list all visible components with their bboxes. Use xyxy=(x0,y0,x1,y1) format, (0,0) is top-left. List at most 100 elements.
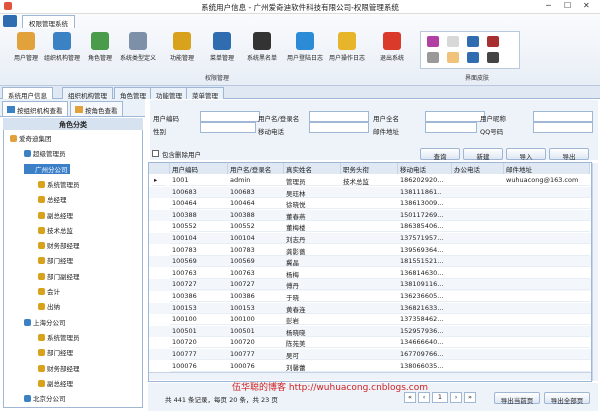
table-cell xyxy=(452,221,504,233)
grid-column-header[interactable]: 用户名/登录名 xyxy=(228,163,284,174)
last-page-icon[interactable]: » xyxy=(464,392,476,403)
tree-node[interactable]: 部门副经理 xyxy=(38,271,80,281)
form-input[interactable] xyxy=(200,111,260,122)
tab-1[interactable]: 组织机构管理 xyxy=(62,87,113,100)
grid-column-header[interactable]: 邮件地址 xyxy=(504,163,590,174)
new-button[interactable]: 新建 xyxy=(463,148,503,161)
table-row[interactable]: 100552 100552 董梅楼 186385406... xyxy=(149,221,591,233)
tree-node[interactable]: 系统管理员 xyxy=(38,332,80,342)
tree-node-label: 会计 xyxy=(47,288,60,296)
table-row[interactable]: 100683 100683 吴珏林 138111861.. xyxy=(149,186,591,198)
table-row[interactable]: 100076 100076 刘馨蕾 138066035... xyxy=(149,361,591,372)
table-cell: 100763 xyxy=(170,268,228,279)
ribbon-button[interactable]: 用户登陆日志 xyxy=(283,32,327,62)
form-input[interactable] xyxy=(425,122,477,133)
table-row[interactable]: 100100 100100 彭岩 137358462... xyxy=(149,314,591,326)
tab-by-role[interactable]: 按角色查看 xyxy=(70,101,123,116)
skin-icon[interactable] xyxy=(487,36,499,47)
grid-column-header[interactable]: 用户编码 xyxy=(170,163,228,174)
skin-icon[interactable] xyxy=(447,36,459,47)
grid-column-header[interactable]: 办公电话 xyxy=(452,163,504,174)
table-row[interactable]: 100104 100104 刘志丹 137571957... xyxy=(149,233,591,245)
tab-by-org[interactable]: 按组织机构查看 xyxy=(2,101,68,116)
maximize-icon[interactable]: ☐ xyxy=(564,1,571,10)
form-input[interactable] xyxy=(200,122,256,133)
tree-node[interactable]: 副总经理 xyxy=(38,210,73,220)
tree-node[interactable]: 北京分公司 xyxy=(24,393,66,403)
tree-node[interactable]: 出纳 xyxy=(38,301,60,311)
tree-node-label: 系统管理员 xyxy=(47,333,80,342)
next-page-icon[interactable]: › xyxy=(450,392,462,403)
form-input[interactable] xyxy=(533,111,593,122)
skin-icon[interactable] xyxy=(487,52,499,63)
ribbon-button[interactable]: 退出系统 xyxy=(370,32,414,62)
table-row[interactable]: 100720 100720 陈苑美 134666640... xyxy=(149,337,591,349)
tree-node[interactable]: 财务部经理 xyxy=(38,240,80,250)
export-button[interactable]: 导出 xyxy=(549,148,589,161)
table-row[interactable]: 100783 100783 龚影蔷 139569364... xyxy=(149,245,591,256)
include-deleted-checkbox[interactable] xyxy=(152,150,159,157)
tree-node[interactable]: 广州分公司 xyxy=(24,163,70,174)
minimize-icon[interactable]: ─ xyxy=(546,1,551,10)
tree-node[interactable]: 上海分公司 xyxy=(24,317,66,327)
table-row[interactable]: 100153 100153 黄春连 136821633... xyxy=(149,302,591,314)
tree-node[interactable]: 部门经理 xyxy=(38,347,73,357)
skin-icon[interactable] xyxy=(467,36,479,47)
grid-column-header[interactable]: 移动电话 xyxy=(398,163,452,174)
prev-page-icon[interactable]: ‹ xyxy=(418,392,430,403)
page-input[interactable]: 1 xyxy=(432,392,448,403)
table-row[interactable]: 100763 100763 杨梅 136814630... xyxy=(149,268,591,279)
form-input[interactable] xyxy=(309,111,369,122)
tree-node[interactable]: 财务部经理 xyxy=(38,363,80,373)
tree-node[interactable]: 部门经理 xyxy=(38,255,73,265)
tree-node[interactable]: 会计 xyxy=(38,286,60,296)
table-row[interactable]: ▸ 1001 admin 管理员 技术总监 186202920... wuhuacong@1… xyxy=(149,175,591,186)
ribbon-button[interactable]: 系统黑名单 xyxy=(240,32,284,62)
tree-node[interactable]: 总经理 xyxy=(38,194,67,204)
tree-node[interactable]: 爱奇迪集团 xyxy=(10,133,52,143)
ribbon-button[interactable]: 用户操作日志 xyxy=(325,32,369,62)
close-icon[interactable]: ✕ xyxy=(583,1,590,10)
skin-icon[interactable] xyxy=(467,52,479,63)
table-row[interactable]: 100386 100386 于晓 136236605... xyxy=(149,291,591,302)
tree-node[interactable]: 副总经理 xyxy=(38,378,73,388)
ribbon-button[interactable]: 菜单管理 xyxy=(200,32,244,62)
table-cell xyxy=(341,210,398,221)
table-row[interactable]: 100501 100501 杨晓晓 152957936... xyxy=(149,325,591,337)
vertical-scrollbar[interactable] xyxy=(592,163,598,381)
form-input[interactable] xyxy=(309,122,369,133)
skin-icon[interactable] xyxy=(447,52,459,63)
ribbon-button[interactable]: 系统类型定义 xyxy=(116,32,160,62)
table-row[interactable]: 100569 100569 冀晶 181551521... xyxy=(149,256,591,268)
import-button[interactable]: 导入 xyxy=(506,148,546,161)
table-cell: 董春燕 xyxy=(284,210,341,221)
ribbon-button[interactable]: 功能管理 xyxy=(160,32,204,62)
form-input[interactable] xyxy=(425,111,485,122)
table-row[interactable]: 100464 100464 徐晓悦 138613009... xyxy=(149,198,591,210)
table-cell xyxy=(452,187,504,198)
query-button[interactable]: 查询 xyxy=(420,148,460,161)
table-cell xyxy=(452,314,504,326)
tab-2[interactable]: 角色管理 xyxy=(114,87,152,100)
table-row[interactable]: 100388 100388 董春燕 150117269... xyxy=(149,209,591,221)
export-current-page-button[interactable]: 导出当前页 xyxy=(494,392,540,405)
grid-column-header[interactable]: 真实姓名 xyxy=(284,163,341,174)
tab-3[interactable]: 功能管理 xyxy=(150,87,188,100)
tree-node[interactable]: 超级管理员 xyxy=(24,148,66,158)
ribbon-tab[interactable]: 权限管理系统 xyxy=(22,15,75,28)
tab-4[interactable]: 菜单管理 xyxy=(186,87,224,100)
skin-icon[interactable] xyxy=(427,36,439,47)
skin-icon[interactable] xyxy=(427,52,439,63)
grid-column-header[interactable]: 职务头衔 xyxy=(341,163,398,174)
form-input[interactable] xyxy=(533,122,593,133)
horizontal-scrollbar[interactable] xyxy=(149,372,591,380)
tab-0[interactable]: 系统用户信息 xyxy=(2,87,53,100)
app-menu-icon[interactable] xyxy=(3,15,17,27)
tree-node[interactable]: 系统管理员 xyxy=(38,179,80,189)
skin-gallery[interactable] xyxy=(420,31,520,69)
table-row[interactable]: 100727 100727 傅丹 138109116... xyxy=(149,279,591,291)
table-row[interactable]: 100777 100777 吴可 167709766... xyxy=(149,349,591,361)
tree-node[interactable]: 技术总监 xyxy=(38,225,73,235)
export-all-pages-button[interactable]: 导出全部页 xyxy=(544,392,590,405)
first-page-icon[interactable]: « xyxy=(404,392,416,403)
